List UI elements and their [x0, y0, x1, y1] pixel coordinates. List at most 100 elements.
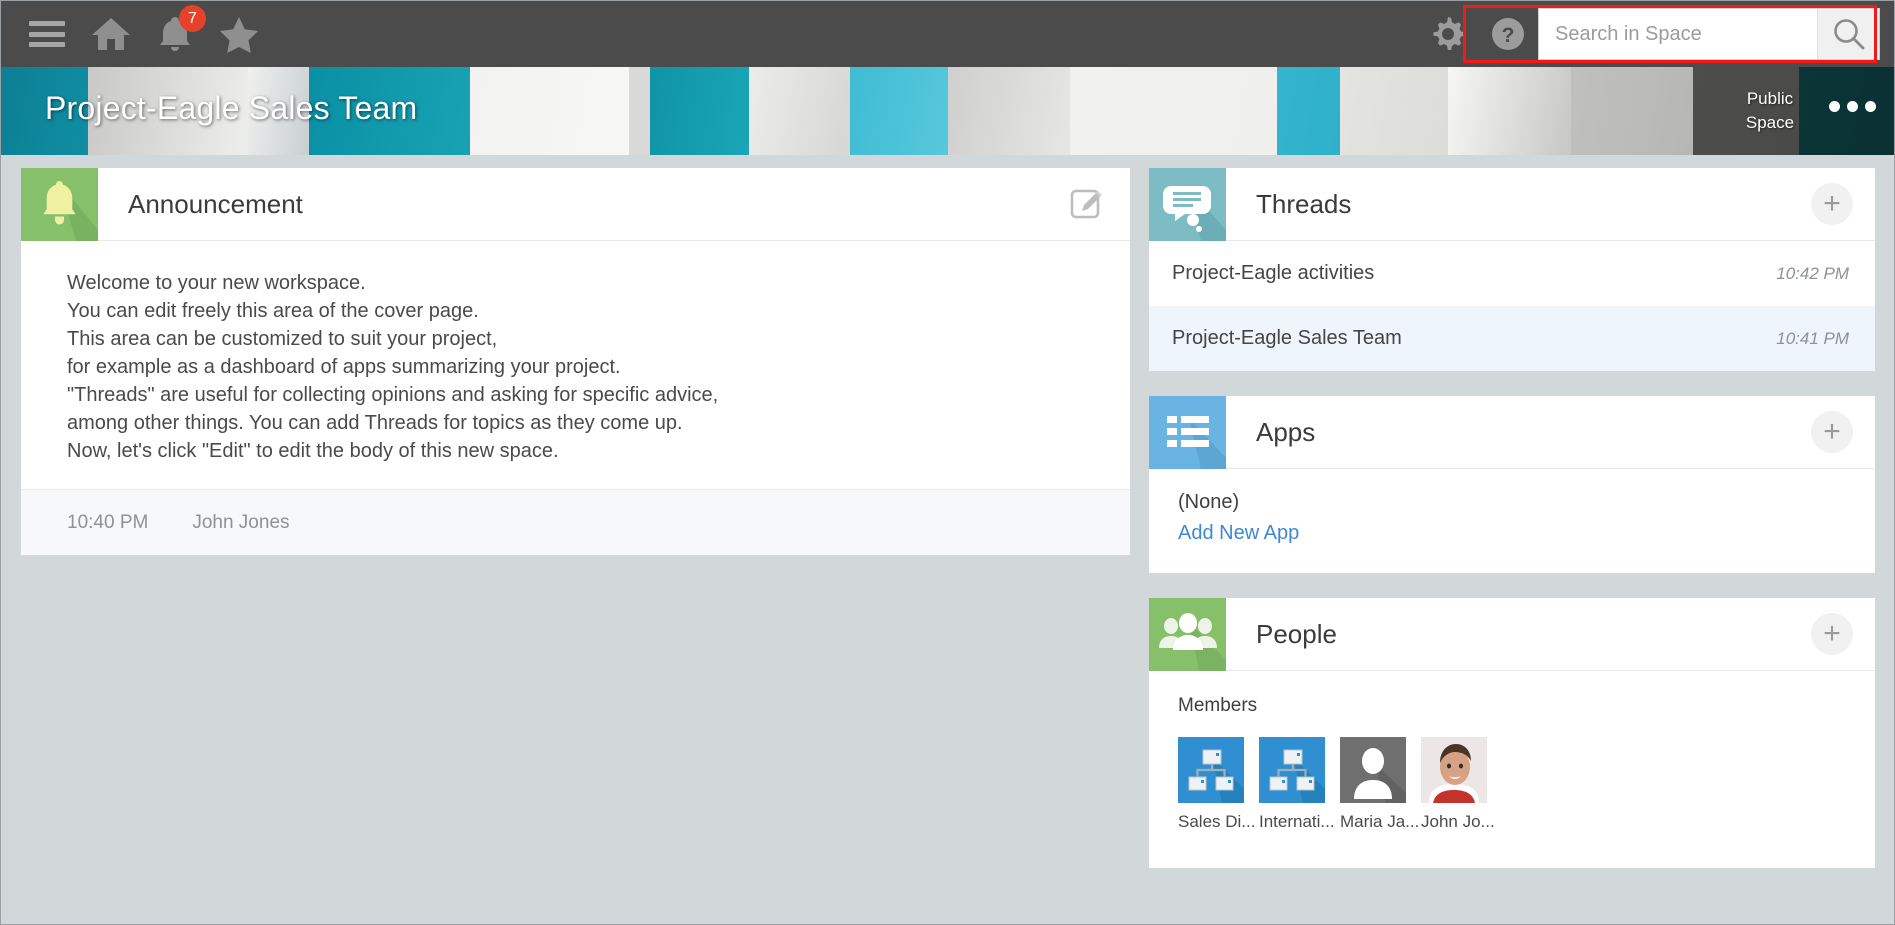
announcement-title: Announcement	[128, 188, 303, 219]
people-icon	[1149, 598, 1226, 671]
space-cover-banner: Project-Eagle Sales Team Public Space	[1, 67, 1894, 155]
thread-name: Project-Eagle activities	[1172, 262, 1375, 284]
right-sidebar: Threads + Project-Eagle activities 10:42 …	[1149, 168, 1875, 893]
department-icon	[1259, 737, 1325, 803]
notifications-button[interactable]: 7	[143, 1, 207, 67]
people-body: Members Sales Di... Internati... Maria Ja.…	[1149, 671, 1875, 868]
members-list: Sales Di... Internati... Maria Ja... John J…	[1178, 737, 1875, 832]
speech-bubble-icon	[1149, 168, 1226, 241]
announcement-author: John Jones	[192, 511, 290, 533]
add-new-app-link[interactable]: Add New App	[1178, 522, 1875, 545]
avatar	[1421, 737, 1487, 803]
banner-stripe-11	[1276, 67, 1340, 155]
apps-empty-label: (None)	[1178, 491, 1240, 513]
member-item[interactable]: Internati...	[1259, 737, 1335, 832]
banner-stripe-8	[849, 67, 949, 155]
people-panel: People + Members Sales Di... Internati...…	[1149, 598, 1875, 868]
threads-panel: Threads + Project-Eagle activities 10:42 …	[1149, 168, 1875, 371]
threads-title: Threads	[1256, 188, 1352, 219]
member-name: Sales Di...	[1178, 812, 1256, 831]
threads-header: Threads +	[1149, 168, 1875, 241]
apps-header: Apps +	[1149, 396, 1875, 469]
member-name: Internati...	[1259, 812, 1335, 831]
space-visibility-line1: Public	[1746, 89, 1794, 108]
banner-stripe-6	[650, 67, 750, 155]
search-button[interactable]	[1817, 9, 1879, 59]
banner-stripe-14	[1571, 67, 1693, 155]
list-icon	[1149, 396, 1226, 469]
app-window: 7 ? Search in Space Project-Eagle Sales …	[0, 0, 1895, 925]
member-item[interactable]: Maria Ja...	[1340, 737, 1420, 832]
plus-icon: +	[1811, 183, 1853, 225]
space-visibility-label: Public Space	[1730, 87, 1810, 135]
thread-row[interactable]: Project-Eagle Sales Team 10:41 PM	[1149, 306, 1875, 371]
space-visibility-line2: Space	[1745, 113, 1795, 132]
home-icon	[92, 18, 130, 50]
favorites-button[interactable]	[207, 1, 271, 67]
home-button[interactable]	[79, 1, 143, 67]
notification-badge: 7	[179, 5, 206, 32]
top-navigation-bar: 7 ?	[1, 1, 1894, 67]
plus-icon: +	[1811, 411, 1853, 453]
announcement-line: Welcome to your new workspace.	[67, 272, 366, 294]
search-input[interactable]	[1539, 9, 1817, 59]
announcement-line: This area can be customized to suit your…	[67, 328, 498, 350]
announcement-footer: 10:40 PM John Jones	[21, 489, 1130, 555]
announcement-time: 10:40 PM	[67, 511, 149, 533]
edit-pencil-icon	[1070, 189, 1102, 219]
hamburger-menu-icon	[29, 21, 65, 47]
member-item[interactable]: Sales Di...	[1178, 737, 1256, 832]
main-content: Announcement Welcome to your new workspa…	[1, 155, 1894, 924]
apps-body: (None) Add New App	[1149, 469, 1875, 573]
plus-icon: +	[1811, 613, 1853, 655]
more-options-icon[interactable]	[1829, 101, 1876, 112]
help-icon: ?	[1492, 18, 1524, 50]
space-title: Project-Eagle Sales Team	[45, 90, 418, 126]
threads-add-button[interactable]: +	[1789, 168, 1875, 240]
bell-icon	[21, 168, 98, 241]
announcement-line: for example as a dashboard of apps summa…	[67, 356, 621, 378]
banner-stripe-4	[469, 67, 630, 155]
search-icon	[1833, 19, 1864, 50]
person-silhouette-icon	[1340, 737, 1406, 803]
banner-stripe-5	[629, 67, 651, 155]
member-name: Maria Ja...	[1340, 812, 1420, 831]
thread-time: 10:41 PM	[1776, 328, 1849, 348]
announcement-line: Now, let's click "Edit" to edit the body…	[67, 440, 559, 462]
search-box[interactable]	[1538, 8, 1880, 60]
gear-icon	[1433, 17, 1465, 50]
people-header: People +	[1149, 598, 1875, 671]
banner-stripe-10	[1069, 67, 1277, 155]
threads-list: Project-Eagle activities 10:42 PM Project-…	[1149, 241, 1875, 371]
announcement-body: Welcome to your new workspace. You can ed…	[21, 241, 1130, 489]
members-label: Members	[1178, 695, 1258, 716]
apps-title: Apps	[1256, 416, 1316, 447]
thread-time: 10:42 PM	[1776, 263, 1849, 283]
people-add-button[interactable]: +	[1789, 598, 1875, 670]
star-icon	[220, 17, 258, 53]
announcement-edit-button[interactable]	[1044, 168, 1130, 240]
announcement-line: among other things. You can add Threads …	[67, 412, 683, 434]
member-item[interactable]: John Jo...	[1421, 737, 1495, 832]
hamburger-menu-button[interactable]	[15, 1, 79, 67]
settings-button[interactable]	[1418, 1, 1478, 67]
help-button[interactable]: ?	[1478, 1, 1538, 67]
announcement-header: Announcement	[21, 168, 1130, 241]
apps-panel: Apps + (None) Add New App	[1149, 396, 1875, 573]
apps-add-button[interactable]: +	[1789, 396, 1875, 468]
banner-stripe-12	[1339, 67, 1448, 155]
svg-text:?: ?	[1502, 24, 1515, 47]
people-title: People	[1256, 618, 1337, 649]
banner-stripe-13	[1447, 67, 1572, 155]
member-name: John Jo...	[1421, 812, 1495, 831]
announcement-line: You can edit freely this area of the cov…	[67, 300, 479, 322]
nav-right-group: ?	[1418, 1, 1894, 67]
announcement-card: Announcement Welcome to your new workspa…	[21, 168, 1130, 555]
announcement-line: "Threads" are useful for collecting opin…	[67, 384, 719, 406]
banner-stripe-7	[749, 67, 850, 155]
nav-left-group: 7	[1, 1, 271, 67]
department-icon	[1178, 737, 1244, 803]
thread-row[interactable]: Project-Eagle activities 10:42 PM	[1149, 241, 1875, 306]
banner-stripe-9	[948, 67, 1070, 155]
thread-name: Project-Eagle Sales Team	[1172, 327, 1402, 349]
